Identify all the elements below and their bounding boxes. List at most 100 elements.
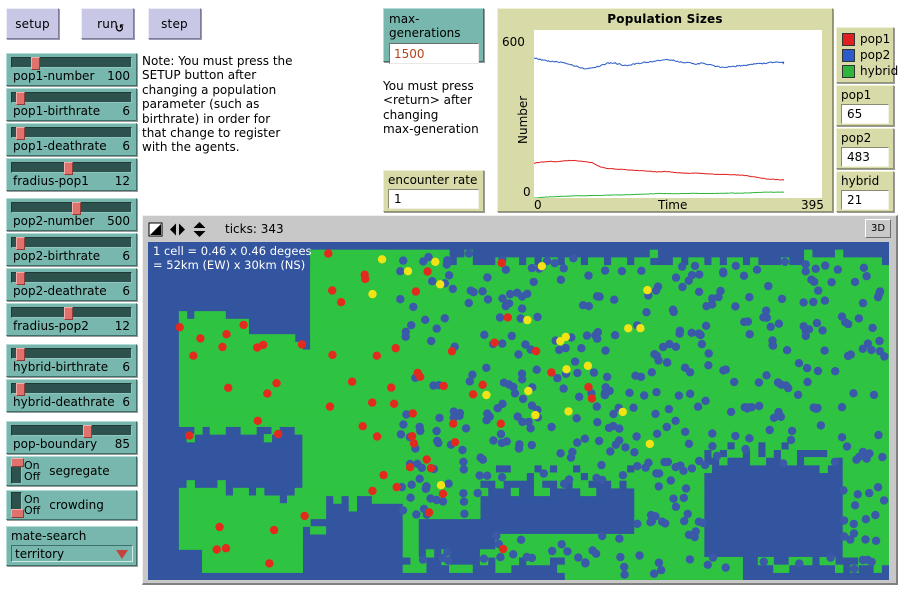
- agent-pop2: [846, 535, 855, 544]
- world-canvas[interactable]: 1 cell = 0.46 x 0.46 degees = 52km (EW) …: [148, 242, 889, 580]
- agent-pop2: [680, 516, 689, 526]
- land-patch: [232, 487, 249, 497]
- slider-pop-boundary[interactable]: pop-boundary 85: [6, 421, 137, 454]
- agent-pop2: [687, 328, 696, 337]
- switch-track[interactable]: [11, 458, 24, 484]
- slider-pop2-number[interactable]: pop2-number 500: [6, 198, 137, 231]
- agent-pop2: [654, 482, 663, 491]
- agent-pop1: [212, 545, 221, 554]
- view-3d-button-label: 3D: [870, 223, 886, 234]
- land-patch: [649, 249, 659, 258]
- agent-pop1: [496, 419, 505, 428]
- slider-pop1-birthrate[interactable]: pop1-birthrate 6: [6, 88, 137, 121]
- agent-pop2: [687, 464, 697, 473]
- setup-button[interactable]: setup: [6, 8, 59, 39]
- land-patch: [634, 495, 705, 504]
- agent-pop2: [878, 452, 887, 462]
- land-patch: [780, 449, 797, 458]
- land-patch: [263, 434, 273, 443]
- chevron-down-icon[interactable]: [116, 550, 128, 559]
- agent-hybrid: [431, 257, 440, 266]
- slider-track[interactable]: [11, 425, 132, 438]
- agent-pop2: [652, 351, 662, 361]
- chooser-mate-search[interactable]: mate-search territory: [6, 526, 137, 566]
- slider-track[interactable]: [11, 237, 132, 250]
- slider-track[interactable]: [11, 348, 132, 361]
- agent-pop2: [649, 569, 659, 578]
- agent-pop2: [580, 434, 590, 443]
- slider-fradius-pop2[interactable]: fradius-pop2 12: [6, 303, 137, 336]
- slider-thumb: [31, 57, 41, 70]
- horizontal-wrap-icon[interactable]: [169, 222, 186, 237]
- monitor-value: 21: [847, 193, 863, 207]
- world-view[interactable]: ticks: 343 3D 1 cell = 0.46 x 0.46 degee…: [142, 215, 898, 585]
- slider-hybrid-deathrate[interactable]: hybrid-deathrate 6: [6, 379, 137, 412]
- agent-pop2: [615, 436, 624, 445]
- view-3d-button[interactable]: 3D: [865, 219, 891, 238]
- agent-hybrid: [618, 407, 627, 417]
- agent-pop2: [826, 553, 835, 562]
- slider-hybrid-birthrate[interactable]: hybrid-birthrate 6: [6, 344, 137, 377]
- agent-pop2: [640, 391, 649, 400]
- slider-track[interactable]: [11, 202, 132, 215]
- agent-pop2: [592, 292, 602, 301]
- agent-pop2: [702, 302, 711, 311]
- slider-pop2-deathrate[interactable]: pop2-deathrate 6: [6, 268, 137, 301]
- slider-pop1-deathrate[interactable]: pop1-deathrate 6: [6, 123, 137, 156]
- agent-pop2: [591, 549, 601, 558]
- agent-pop2: [584, 302, 593, 311]
- agent-pop2: [754, 378, 764, 387]
- slider-track[interactable]: [11, 127, 132, 140]
- agent-pop2: [875, 289, 884, 298]
- agent-pop2: [630, 448, 639, 457]
- land-patch: [178, 341, 303, 351]
- switch-track[interactable]: [11, 492, 24, 518]
- agent-pop2: [620, 562, 629, 572]
- slider-thumb: [15, 127, 25, 140]
- agent-pop2: [697, 339, 707, 349]
- slider-track[interactable]: [11, 162, 132, 175]
- max-generations-field[interactable]: 1500: [389, 43, 479, 64]
- agent-pop2: [759, 557, 768, 566]
- slider-track[interactable]: [11, 92, 132, 105]
- agent-pop2: [873, 483, 883, 492]
- slider-track[interactable]: [11, 383, 132, 396]
- slider-thumb: [83, 425, 93, 438]
- switch-segregate[interactable]: On Off segregate: [6, 456, 137, 486]
- run-button[interactable]: run ↺: [81, 8, 134, 39]
- agent-pop2: [850, 277, 860, 287]
- agent-pop2: [858, 344, 867, 353]
- agent-pop2: [680, 363, 690, 372]
- slider-fradius-pop1[interactable]: fradius-pop1 12: [6, 158, 137, 191]
- agent-pop1: [392, 482, 401, 492]
- agent-pop1: [438, 489, 448, 498]
- plot-y-max-tick: 600: [502, 35, 525, 49]
- land-patch: [348, 503, 358, 512]
- agent-pop1: [408, 409, 417, 418]
- agent-pop2: [498, 399, 507, 408]
- land-patch: [178, 541, 303, 550]
- agent-pop2: [880, 352, 889, 361]
- agent-hybrid: [624, 324, 633, 333]
- agent-pop2: [858, 298, 868, 308]
- agent-pop2: [803, 377, 812, 387]
- step-button[interactable]: step: [148, 8, 201, 39]
- slider-track[interactable]: [11, 307, 132, 320]
- agent-pop2: [642, 308, 651, 317]
- input-max-generations[interactable]: max-generations 1500: [383, 8, 484, 64]
- agent-pop1: [239, 320, 248, 330]
- land-patch: [294, 426, 889, 435]
- slider-pop1-number[interactable]: pop1-number 100: [6, 53, 137, 86]
- speed-slider-icon[interactable]: [148, 222, 163, 237]
- agent-pop2: [712, 451, 722, 461]
- agent-pop2: [532, 365, 541, 374]
- slider-track[interactable]: [11, 57, 132, 70]
- agent-pop1: [253, 416, 262, 425]
- chooser-value-box[interactable]: territory: [11, 545, 133, 562]
- agent-pop1: [547, 368, 556, 377]
- switch-crowding[interactable]: On Off crowding: [6, 490, 137, 520]
- slider-track[interactable]: [11, 272, 132, 285]
- slider-pop2-birthrate[interactable]: pop2-birthrate 6: [6, 233, 137, 266]
- vertical-wrap-icon[interactable]: [192, 221, 207, 238]
- agent-pop2: [615, 424, 624, 433]
